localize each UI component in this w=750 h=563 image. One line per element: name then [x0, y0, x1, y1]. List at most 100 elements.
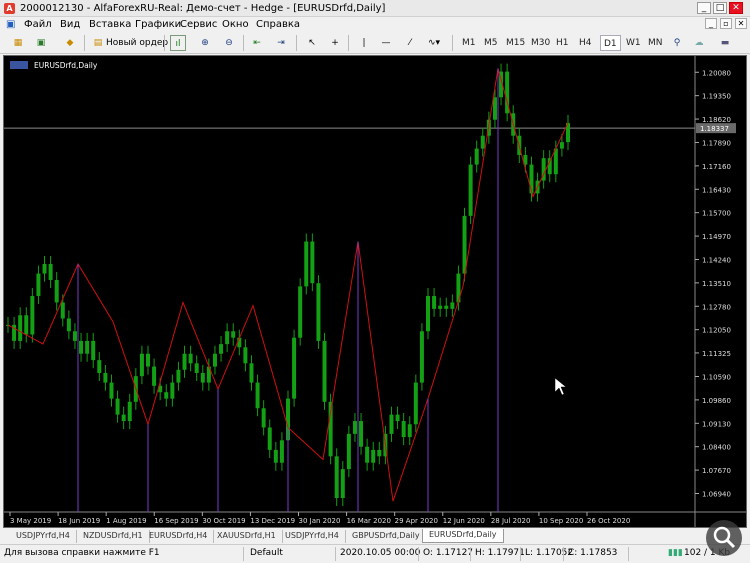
- price-chart[interactable]: 1.20080 1.19350 1.18620 1.17890 1.17160 1.164…: [4, 56, 746, 527]
- timeframe-d1[interactable]: D1: [600, 35, 621, 51]
- date-tick-label: 12 Jun 2020: [443, 517, 485, 525]
- tab-usdjpyrfd-h4-2[interactable]: USDJPYrfd,H4: [279, 530, 346, 543]
- maximize-button[interactable]: □: [713, 2, 727, 14]
- candle-body: [243, 347, 248, 364]
- bar-chart-icon[interactable]: ıl: [170, 35, 186, 51]
- auto-scroll-icon[interactable]: ⇤: [249, 35, 265, 51]
- chat-icon[interactable]: ☁: [691, 35, 707, 51]
- price-tick-label: 1.09130: [702, 420, 731, 428]
- menu-window[interactable]: Окно: [218, 18, 253, 31]
- market-icon[interactable]: ▬: [717, 35, 733, 51]
- candle-body: [115, 398, 120, 415]
- zoom-in-icon[interactable]: ⊕: [197, 35, 213, 51]
- menu-bar: ▣ Файл Вид Вставка Графики Сервис Окно С…: [0, 17, 750, 32]
- candle-body: [42, 263, 47, 274]
- candle-body: [468, 164, 473, 216]
- status-high: H: 1.17971: [475, 548, 525, 558]
- candle-body: [127, 401, 132, 422]
- candle-body: [462, 215, 467, 274]
- price-tick-label: 1.20080: [702, 69, 731, 77]
- new-order-button[interactable]: Новый ордер: [106, 35, 168, 51]
- trendline-icon[interactable]: ⁄: [402, 35, 418, 51]
- chart-window[interactable]: 1.20080 1.19350 1.18620 1.17890 1.17160 1.164…: [3, 55, 747, 528]
- timeframe-m5[interactable]: M5: [481, 35, 501, 51]
- timeframe-m30[interactable]: M30: [528, 35, 553, 51]
- candle-body: [346, 433, 351, 470]
- candle-body: [267, 427, 272, 450]
- menu-file[interactable]: Файл: [20, 18, 56, 31]
- mouse-cursor-icon: [554, 377, 567, 396]
- chart-shift-icon[interactable]: ⇥: [273, 35, 289, 51]
- candle-body: [176, 369, 181, 383]
- vertical-line-icon[interactable]: |: [356, 35, 372, 51]
- menu-view[interactable]: Вид: [56, 18, 84, 31]
- menu-help[interactable]: Справка: [252, 18, 304, 31]
- status-close: C: 1.17853: [568, 548, 618, 558]
- candle-body: [91, 340, 96, 361]
- candle-body: [85, 340, 90, 354]
- connection-icon: ▮▮▮: [668, 548, 683, 558]
- candle-body: [298, 286, 303, 338]
- candle-body: [492, 97, 497, 120]
- menu-tools[interactable]: Сервис: [176, 18, 221, 31]
- price-tick-label: 1.19350: [702, 93, 731, 101]
- horizontal-line-icon[interactable]: —: [378, 35, 394, 51]
- close-button[interactable]: ✕: [729, 2, 743, 14]
- timeframe-mn[interactable]: MN: [645, 35, 666, 51]
- candle-body: [432, 296, 437, 309]
- current-price-label: 1.18337: [700, 125, 729, 133]
- candle-body: [371, 449, 376, 463]
- price-tick-label: 1.17160: [702, 163, 731, 171]
- candle-body: [152, 366, 157, 386]
- timeframe-w1[interactable]: W1: [623, 35, 644, 51]
- cursor-icon[interactable]: ↖: [304, 35, 320, 51]
- candle-body: [97, 360, 102, 373]
- candle-body: [249, 363, 254, 383]
- candle-body: [365, 446, 370, 463]
- candle-body: [109, 382, 114, 399]
- tab-eurusdrfd-daily[interactable]: EURUSDrfd,Daily: [422, 529, 504, 543]
- mdi-close-button[interactable]: ✕: [735, 18, 747, 29]
- crosshair-icon[interactable]: +: [327, 35, 343, 51]
- profiles-icon[interactable]: ▣: [33, 35, 49, 51]
- candle-body: [529, 164, 534, 194]
- date-tick-label: 30 Oct 2019: [202, 517, 245, 525]
- candle-body: [79, 340, 84, 354]
- price-tick-label: 1.14240: [702, 256, 731, 264]
- timeframe-h4[interactable]: H4: [576, 35, 595, 51]
- zoom-out-icon[interactable]: ⊖: [221, 35, 237, 51]
- tab-usdjpyrfd-h4[interactable]: USDJPYrfd,H4: [10, 530, 77, 543]
- candle-body: [194, 363, 199, 373]
- mdi-minimize-button[interactable]: _: [705, 18, 717, 29]
- tab-gbpusdrfd-daily[interactable]: GBPUSDrfd,Daily: [346, 530, 427, 543]
- new-order-icon[interactable]: ▤: [90, 35, 106, 51]
- shapes-icon[interactable]: ∿▾: [426, 35, 442, 51]
- price-tick-label: 1.12780: [702, 303, 731, 311]
- candle-body: [225, 331, 230, 345]
- symbol-flag-icon: [10, 61, 28, 69]
- status-open: O: 1.17127: [423, 548, 474, 558]
- tab-nzdusdrfd-h1[interactable]: NZDUSDrfd,H1: [77, 530, 150, 543]
- tab-xauusdrfd-h1[interactable]: XAUUSDrfd,H1: [211, 530, 283, 543]
- date-tick-label: 3 May 2019: [10, 517, 51, 525]
- candle-body: [340, 469, 345, 498]
- timeframe-h1[interactable]: H1: [553, 35, 572, 51]
- new-chart-icon[interactable]: ▦: [10, 35, 26, 51]
- timeframe-m1[interactable]: M1: [459, 35, 479, 51]
- search-icon[interactable]: ⚲: [669, 35, 685, 51]
- mdi-restore-button[interactable]: ▫: [720, 18, 732, 29]
- chart-symbol-label: EURUSDrfd,Daily: [34, 61, 98, 70]
- menu-insert[interactable]: Вставка: [85, 18, 135, 31]
- candle-body: [389, 414, 394, 434]
- magnifier-icon[interactable]: [706, 520, 742, 556]
- minimize-button[interactable]: _: [697, 2, 711, 14]
- date-tick-label: 28 Jul 2020: [491, 517, 531, 525]
- doc-icon[interactable]: ▣: [2, 18, 19, 31]
- candle-body: [231, 331, 236, 338]
- tab-eurusdrfd-h4[interactable]: EURUSDrfd,H4: [143, 530, 215, 543]
- candle-body: [413, 382, 418, 425]
- timeframe-m15[interactable]: M15: [503, 35, 528, 51]
- candle-body: [66, 318, 71, 332]
- market-watch-icon[interactable]: ◆: [62, 35, 78, 51]
- candle-body: [377, 449, 382, 457]
